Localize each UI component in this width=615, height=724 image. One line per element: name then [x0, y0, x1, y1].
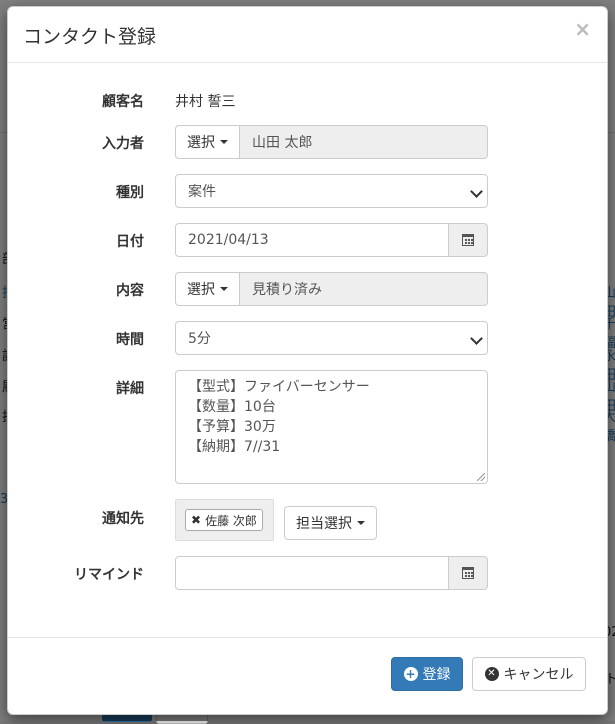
time-label: 時間 [116, 332, 144, 348]
calendar-icon [462, 567, 474, 579]
close-icon[interactable]: × [574, 19, 591, 39]
register-button[interactable]: + 登録 [391, 657, 463, 691]
modal-header: コンタクト登録 × [8, 7, 607, 63]
assignee-select-button[interactable]: 担当選択 [284, 506, 377, 540]
date-input[interactable]: 2021/04/13 [175, 223, 449, 257]
plus-circle-icon: + [403, 667, 418, 681]
time-selected-value: 5分 [188, 331, 211, 347]
recipient-name: 佐藤 次郎 [205, 513, 257, 528]
details-line: 【数量】10台 [188, 399, 276, 415]
remind-label: リマインド [74, 567, 144, 583]
entered-by-value: 山田 太郎 [252, 135, 313, 151]
details-line: 【予算】30万 [188, 419, 276, 435]
recipient-tag: ✖ 佐藤 次郎 [185, 509, 263, 531]
chevron-down-icon [470, 185, 483, 198]
customer-value: 井村 誓三 [175, 94, 236, 110]
entered-by-label: 入力者 [102, 136, 144, 152]
content-value: 見積り済み [252, 282, 322, 298]
calendar-icon [462, 234, 474, 246]
details-line: 【型式】ファイバーセンサー [188, 379, 370, 395]
content-label: 内容 [116, 283, 144, 299]
details-label: 詳細 [116, 381, 144, 397]
customer-label: 顧客名 [102, 94, 144, 110]
remind-calendar-button[interactable] [448, 556, 488, 590]
type-label: 種別 [116, 185, 144, 201]
modal-footer: + 登録 ✕ キャンセル [8, 637, 607, 714]
details-line: 【納期】7//31 [188, 439, 281, 455]
x-circle-icon: ✕ [484, 667, 499, 681]
entered-by-select-button[interactable]: 選択 [175, 125, 240, 159]
caret-down-icon [220, 140, 228, 144]
content-select-label: 選択 [187, 282, 215, 298]
date-label: 日付 [116, 234, 144, 250]
cancel-button[interactable]: ✕ キャンセル [472, 657, 586, 691]
date-calendar-button[interactable] [448, 223, 488, 257]
type-select[interactable]: 案件 [175, 174, 488, 208]
type-selected-value: 案件 [188, 184, 216, 200]
register-label: 登録 [422, 667, 451, 683]
date-value: 2021/04/13 [188, 232, 269, 248]
remind-input[interactable] [175, 556, 449, 590]
entered-by-select-label: 選択 [187, 135, 215, 151]
resize-handle-icon[interactable] [477, 473, 485, 481]
time-select[interactable]: 5分 [175, 321, 488, 355]
caret-down-icon [357, 521, 365, 525]
entered-by-field: 山田 太郎 [240, 125, 488, 159]
notify-label: 通知先 [102, 511, 144, 527]
notify-recipients-box[interactable]: ✖ 佐藤 次郎 [175, 499, 274, 541]
cancel-label: キャンセル [503, 667, 574, 683]
content-select-button[interactable]: 選択 [175, 272, 240, 306]
remove-tag-icon[interactable]: ✖ [191, 513, 201, 527]
contact-register-modal: コンタクト登録 × 顧客名 井村 誓三 入力者 選択 山田 太郎 種別 案件 日… [7, 6, 608, 715]
details-textarea[interactable]: 【型式】ファイバーセンサー 【数量】10台 【予算】30万 【納期】7//31 [175, 370, 488, 484]
caret-down-icon [220, 287, 228, 291]
assignee-select-label: 担当選択 [296, 516, 352, 532]
content-field: 見積り済み [240, 272, 488, 306]
modal-title: コンタクト登録 [23, 26, 157, 48]
chevron-down-icon [470, 332, 483, 345]
